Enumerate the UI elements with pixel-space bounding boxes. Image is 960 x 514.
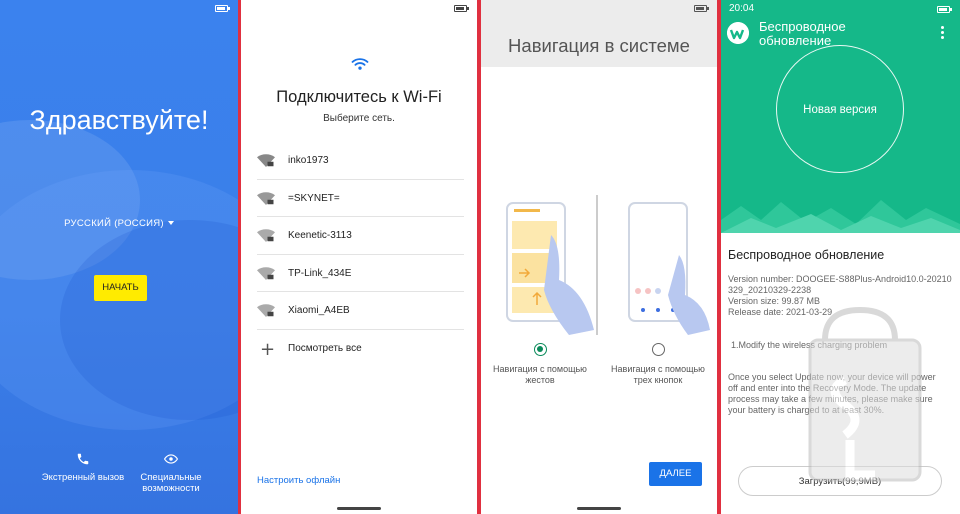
chevron-down-icon [167, 221, 174, 225]
welcome-screen: Здравствуйте! РУССКИЙ (РОССИЯ) НАЧАТЬ Эк… [0, 0, 238, 514]
three-button-navigation-option[interactable]: Навигация с помощью трех кнопок [599, 343, 717, 386]
network-name: Xiaomi_A4EB [288, 305, 350, 317]
page-subtitle: Выберите сеть. [323, 113, 395, 124]
network-name: TP-Link_434E [288, 267, 352, 279]
battery-icon [937, 6, 952, 13]
more-menu-icon[interactable] [941, 26, 944, 41]
version-number: Version number: DOOGEE-S88Plus-Android10… [728, 274, 952, 284]
network-name: inko1973 [288, 155, 329, 166]
option-label: Навигация с помощью [493, 364, 587, 374]
app-logo-icon [727, 22, 749, 44]
version-number: 329_20210329-2238 [728, 285, 812, 295]
app-title-line: Беспроводное [759, 19, 846, 34]
start-button[interactable]: НАЧАТЬ [94, 275, 147, 301]
wifi-screen: Подключитесь к Wi-Fi Выберите сеть. inko… [241, 0, 477, 514]
gesture-bar[interactable] [337, 507, 381, 510]
wifi-lock-icon [257, 154, 275, 167]
status-bar [0, 0, 238, 18]
network-item[interactable]: =SKYNET= [257, 180, 464, 218]
section-title: Беспроводное обновление [728, 248, 885, 262]
network-item[interactable]: Keenetic-3113 [257, 217, 464, 255]
wifi-lock-icon [257, 229, 275, 243]
circle-label: Новая версия [803, 104, 877, 116]
gesture-bar[interactable] [577, 507, 621, 510]
page-title: Навигация в системе [508, 35, 690, 56]
battery-icon [694, 5, 709, 12]
next-button[interactable]: ДАЛЕЕ [649, 462, 702, 486]
accessibility-button[interactable]: Специальные возможности [130, 452, 212, 494]
accessibility-label: Специальные [140, 472, 202, 483]
wifi-lock-icon [257, 191, 275, 205]
navigation-screen: Навигация в системе Навигация с помощью … [481, 0, 717, 514]
network-list: inko1973 =SKYNET= Keenetic-3113 TP-Link_… [257, 142, 464, 368]
language-label: РУССКИЙ (РОССИЯ) [64, 218, 164, 229]
accessibility-label: возможности [142, 483, 200, 494]
option-label: Навигация с помощью [611, 364, 705, 374]
phone-icon [77, 453, 89, 465]
app-title: Беспроводное обновление [759, 20, 846, 48]
check-update-circle[interactable]: Новая версия [776, 45, 904, 173]
status-bar [481, 0, 717, 18]
see-all-networks[interactable]: + Посмотреть все [257, 330, 464, 368]
watermark-logo [808, 306, 922, 482]
network-name: =SKYNET= [288, 192, 340, 204]
setup-offline-link[interactable]: Настроить офлайн [257, 475, 340, 486]
battery-icon [215, 5, 230, 12]
battery-icon [454, 5, 469, 12]
wifi-lock-icon [257, 267, 275, 280]
eye-icon [164, 454, 178, 464]
radio-selected-icon[interactable] [533, 343, 547, 356]
wifi-lock-icon [257, 304, 275, 318]
radio-unselected-icon[interactable] [651, 343, 665, 356]
network-item[interactable]: inko1973 [257, 142, 464, 180]
welcome-title: Здравствуйте! [29, 105, 209, 135]
wifi-icon [351, 58, 369, 70]
see-all-label: Посмотреть все [288, 342, 362, 354]
status-time: 20:04 [729, 3, 755, 14]
network-item[interactable]: Xiaomi_A4EB [257, 292, 464, 330]
update-header: 20:04 Беспроводное обновление Новая верс… [721, 0, 960, 233]
network-item[interactable]: TP-Link_434E [257, 255, 464, 293]
status-bar [241, 0, 477, 18]
emergency-call-button[interactable]: Экстренный вызов [37, 452, 129, 483]
plus-icon: + [260, 338, 276, 360]
language-selector[interactable]: РУССКИЙ (РОССИЯ) [0, 218, 238, 229]
option-label: жестов [525, 375, 555, 385]
page-title: Подключитесь к Wi-Fi [276, 88, 442, 106]
navigation-illustration [506, 195, 710, 335]
option-label: трех кнопок [633, 375, 683, 385]
emergency-call-label: Экстренный вызов [41, 472, 125, 483]
network-name: Keenetic-3113 [288, 230, 352, 242]
mountains-decoration [721, 200, 960, 233]
gesture-navigation-option[interactable]: Навигация с помощью жестов [481, 343, 599, 386]
